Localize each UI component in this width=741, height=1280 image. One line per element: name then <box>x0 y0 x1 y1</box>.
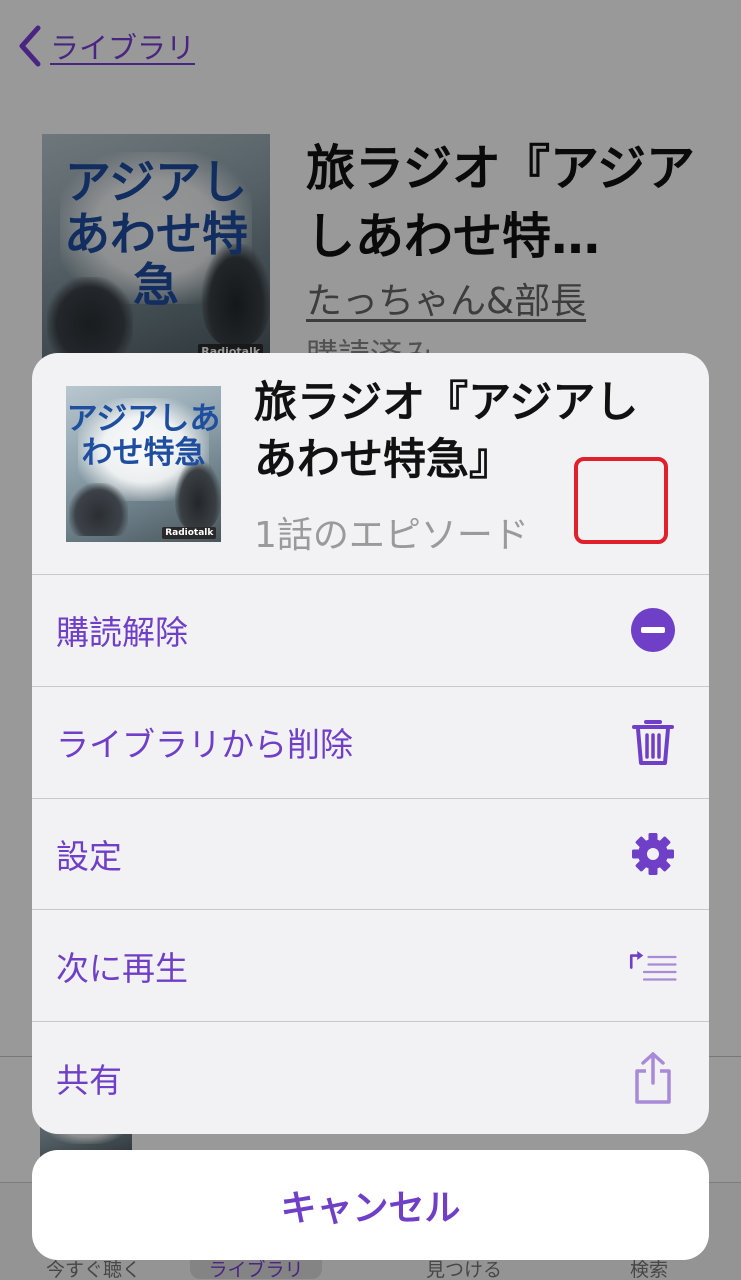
sheet-episode-count: 1話のエピソード <box>254 515 529 556</box>
play-next-label: 次に再生 <box>56 948 188 988</box>
share-icon <box>629 1052 677 1104</box>
settings-action[interactable]: 設定 <box>32 799 709 911</box>
play-next-icon <box>629 942 677 990</box>
gear-icon <box>629 830 677 878</box>
remove-from-library-action[interactable]: ライブラリから削除 <box>32 687 709 799</box>
settings-highlight-box <box>574 457 668 544</box>
unsubscribe-action[interactable]: 購読解除 <box>32 575 709 687</box>
cancel-label: キャンセル <box>280 1188 461 1229</box>
sheet-artwork-title: アジアしあわせ特急 <box>66 400 221 472</box>
play-next-action[interactable]: 次に再生 <box>32 910 709 1023</box>
trash-icon <box>629 718 677 766</box>
share-action[interactable]: 共有 <box>32 1022 709 1134</box>
unsubscribe-label: 購読解除 <box>56 613 188 653</box>
settings-label: 設定 <box>56 836 122 876</box>
sheet-artwork-brand: Radiotalk <box>162 526 217 539</box>
sheet-podcast-artwork: アジアしあわせ特急 Radiotalk <box>66 386 221 542</box>
minus-circle-icon <box>629 606 677 654</box>
remove-from-library-label: ライブラリから削除 <box>56 725 353 765</box>
cancel-button[interactable]: キャンセル <box>32 1150 709 1260</box>
share-label: 共有 <box>56 1061 122 1101</box>
